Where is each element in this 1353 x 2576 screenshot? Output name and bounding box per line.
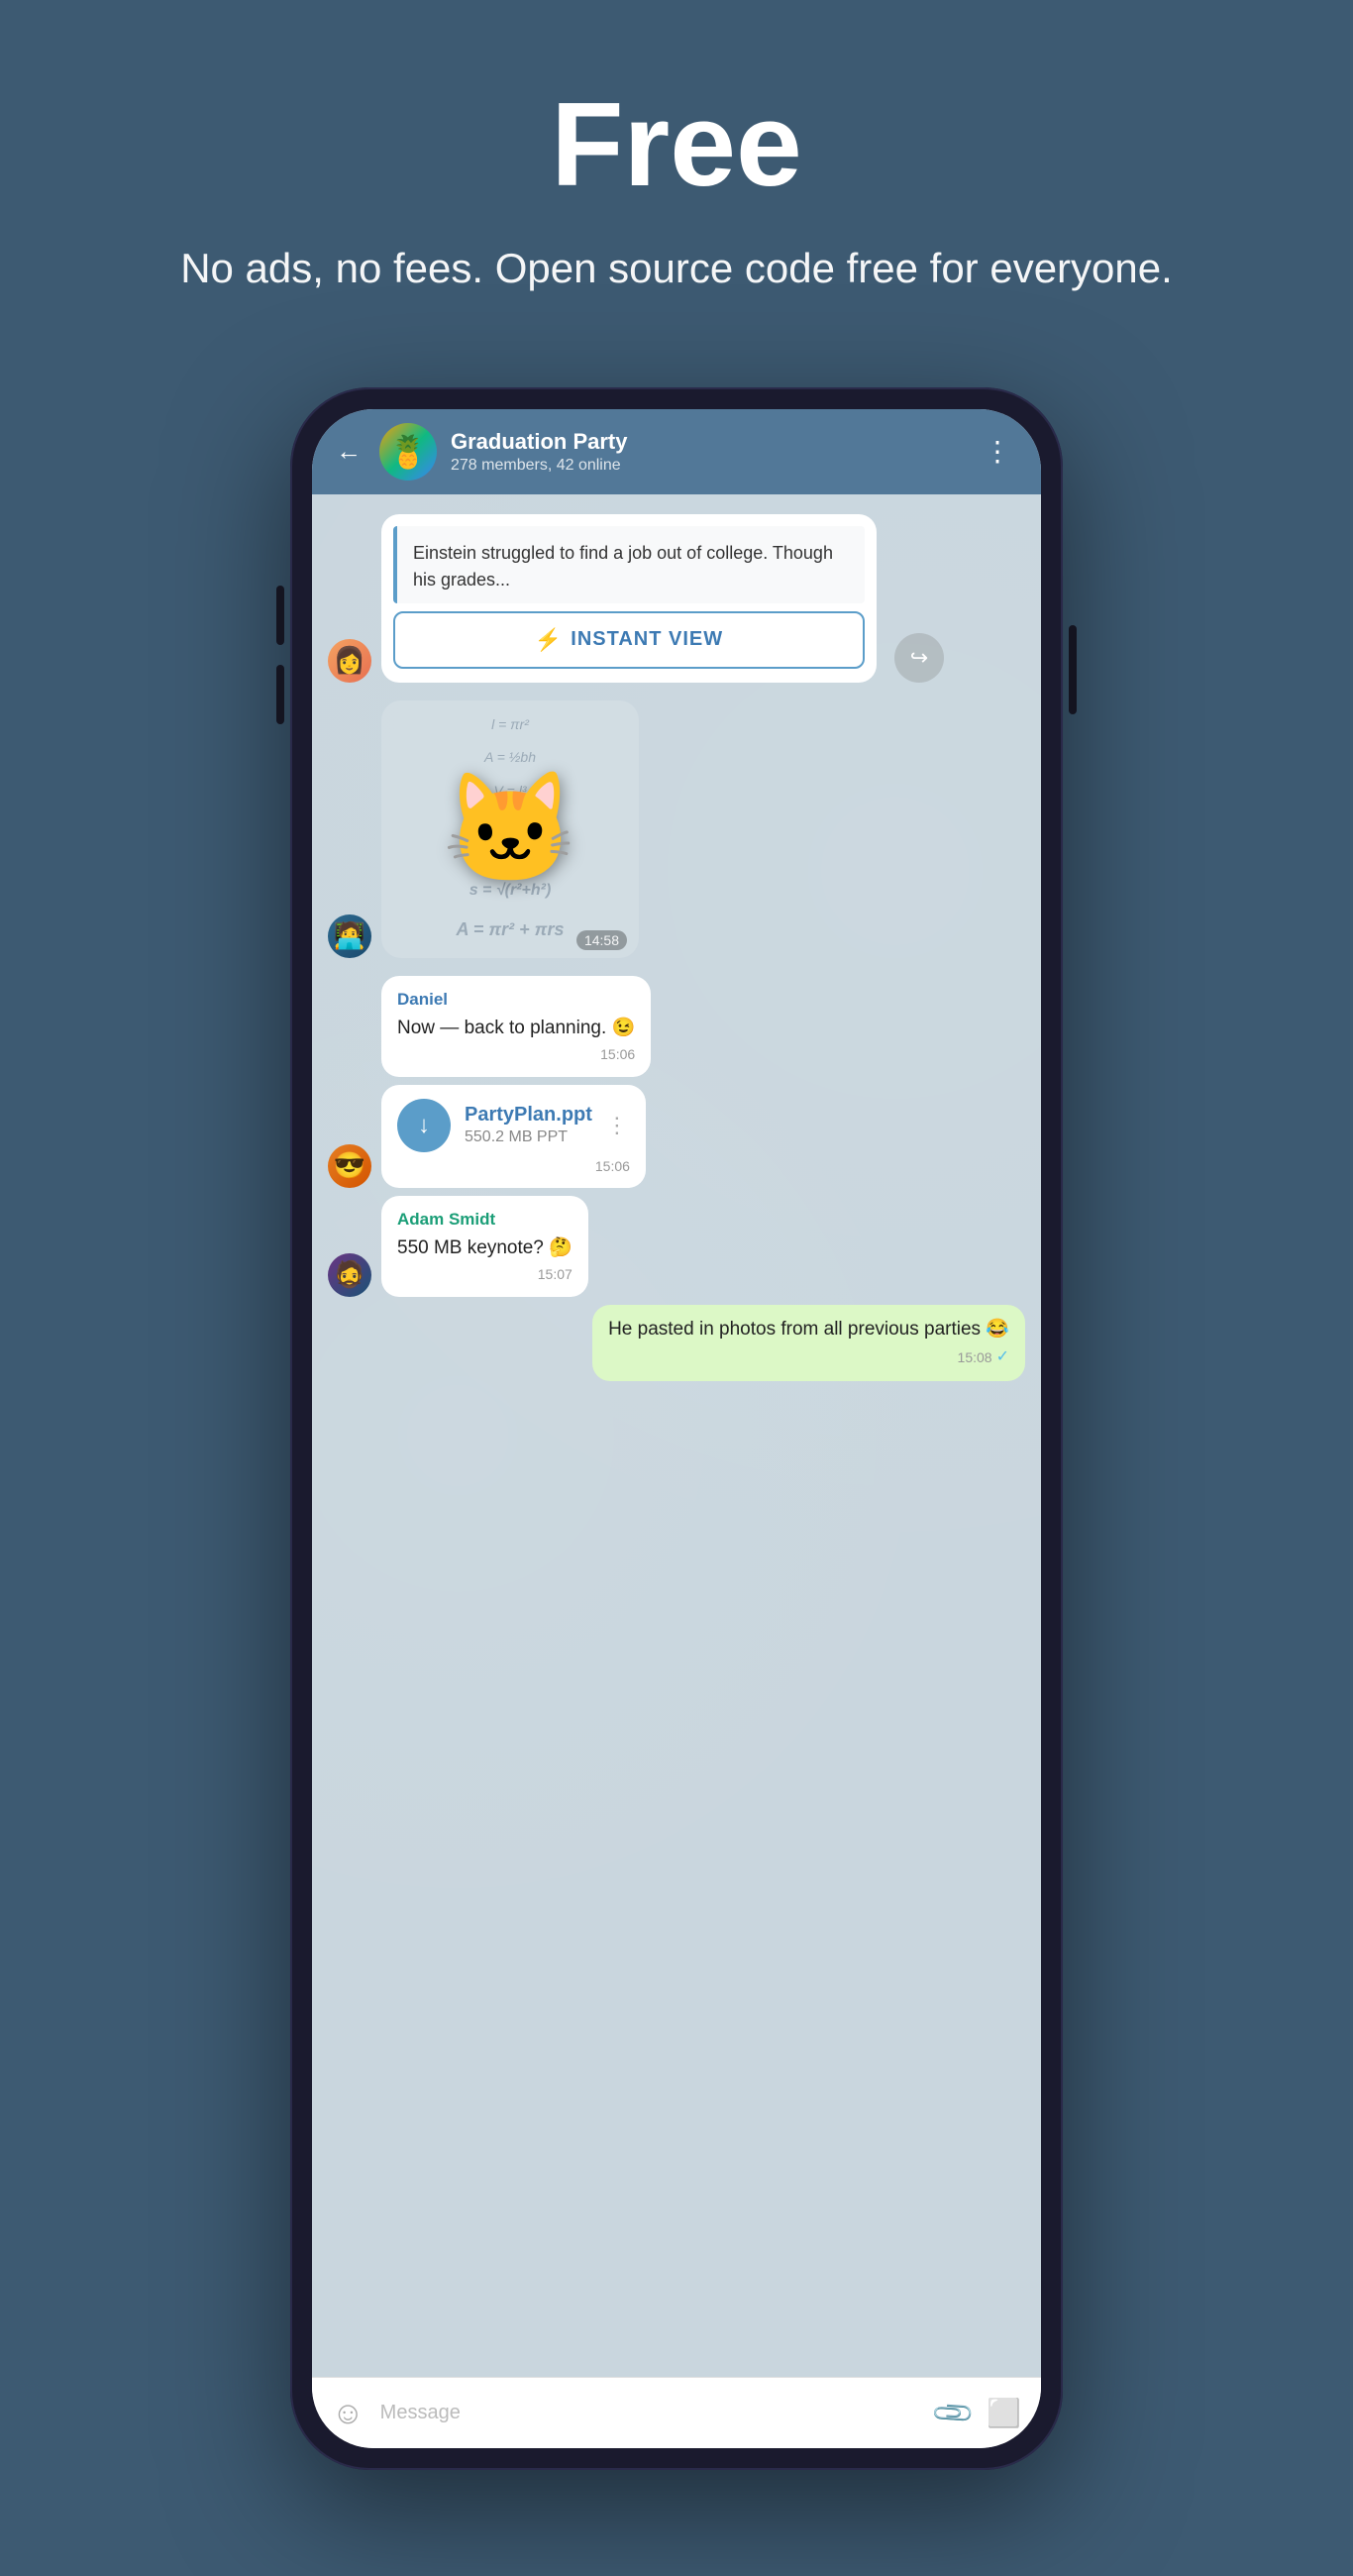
sticker-time: 14:58 [576, 930, 627, 950]
message-row: Daniel Now — back to planning. 😉 15:06 [328, 976, 1025, 1077]
input-bar: ☺ Message 📎 ⬜ [312, 2377, 1041, 2448]
file-row: ↓ PartyPlan.ppt 550.2 MB PPT ⋮ [397, 1099, 630, 1152]
message-placeholder: Message [380, 2402, 461, 2423]
phone-outer: ← 🍍 Graduation Party 278 members, 42 onl… [290, 387, 1063, 2470]
file-menu-button[interactable]: ⋮ [606, 1113, 630, 1138]
avatar: 🧔 [328, 1253, 371, 1297]
avatar: 👩 [328, 639, 371, 683]
message-time: 15:07 [397, 1265, 572, 1285]
emoji-button[interactable]: ☺ [332, 2395, 364, 2431]
file-size: 550.2 MB PPT [465, 1128, 592, 1146]
hero-section: Free No ads, no fees. Open source code f… [141, 0, 1212, 358]
message-row: 🧔 Adam Smidt 550 MB keynote? 🤔 15:07 [328, 1196, 1025, 1297]
file-time: 15:06 [397, 1158, 630, 1174]
instant-view-label: INSTANT VIEW [571, 628, 723, 651]
article-bubble: Einstein struggled to find a job out of … [381, 514, 877, 683]
chat-body: 👩 Einstein struggled to find a job out o… [312, 494, 1041, 2377]
share-icon: ↪ [910, 645, 928, 671]
avatar: 😎 [328, 1144, 371, 1188]
avatar: 🧑‍💻 [328, 914, 371, 958]
hero-title: Free [180, 79, 1173, 210]
read-checkmark: ✓ [996, 1346, 1009, 1368]
instant-view-button[interactable]: ⚡ INSTANT VIEW [393, 611, 865, 669]
volume-down-button [276, 665, 284, 724]
message-bubble: Daniel Now — back to planning. 😉 15:06 [381, 976, 651, 1077]
file-info: PartyPlan.ppt 550.2 MB PPT [465, 1104, 592, 1146]
cat-sticker: 🐱 [443, 775, 578, 884]
phone-mockup: ← 🍍 Graduation Party 278 members, 42 onl… [290, 387, 1063, 2470]
own-message-row: He pasted in photos from all previous pa… [328, 1305, 1025, 1381]
group-name: Graduation Party [451, 429, 962, 455]
avatar-emoji: 🍍 [388, 433, 428, 471]
message-time: 15:06 [397, 1045, 635, 1065]
chat-info: Graduation Party 278 members, 42 online [451, 429, 962, 475]
attach-button[interactable]: 📎 [930, 2389, 978, 2436]
volume-up-button [276, 586, 284, 645]
attach-icon: 📎 [930, 2390, 977, 2436]
phone-screen: ← 🍍 Graduation Party 278 members, 42 onl… [312, 409, 1041, 2448]
sender-name: Daniel [397, 988, 635, 1012]
camera-icon: ⬜ [987, 2398, 1021, 2428]
hero-subtitle: No ads, no fees. Open source code free f… [180, 240, 1173, 298]
back-button[interactable]: ← [332, 432, 365, 471]
own-message-bubble: He pasted in photos from all previous pa… [592, 1305, 1025, 1381]
article-text: Einstein struggled to find a job out of … [393, 526, 865, 603]
own-message-text: He pasted in photos from all previous pa… [608, 1317, 1009, 1343]
download-button[interactable]: ↓ [397, 1099, 451, 1152]
header-menu-button[interactable]: ⋮ [976, 431, 1021, 472]
camera-button[interactable]: ⬜ [987, 2397, 1021, 2429]
lightning-icon: ⚡ [535, 627, 563, 653]
message-text: 550 MB keynote? 🤔 [397, 1235, 572, 1262]
file-bubble: ↓ PartyPlan.ppt 550.2 MB PPT ⋮ 15:06 [381, 1085, 646, 1188]
sticker-bubble: l = πr² A = ½bh V = l³ P = 2πr A = πr² s… [381, 700, 639, 958]
file-name: PartyPlan.ppt [465, 1104, 592, 1127]
group-meta: 278 members, 42 online [451, 457, 962, 475]
message-row: 😎 ↓ PartyPlan.ppt 550.2 MB PPT ⋮ [328, 1085, 1025, 1188]
emoji-icon: ☺ [332, 2395, 364, 2430]
message-row: 👩 Einstein struggled to find a job out o… [328, 514, 1025, 683]
sender-name: Adam Smidt [397, 1208, 572, 1232]
group-avatar: 🍍 [379, 423, 437, 481]
power-button [1069, 625, 1077, 714]
message-bubble: Adam Smidt 550 MB keynote? 🤔 15:07 [381, 1196, 588, 1297]
message-text: Now — back to planning. 😉 [397, 1016, 635, 1042]
message-input[interactable]: Message [380, 2394, 921, 2432]
share-button[interactable]: ↪ [894, 633, 944, 683]
download-icon: ↓ [418, 1112, 430, 1139]
sticker-row: 🧑‍💻 l = πr² A = ½bh V = l³ P = 2πr A = π… [328, 691, 1025, 968]
own-message-time: 15:08 ✓ [608, 1346, 1009, 1368]
chat-header: ← 🍍 Graduation Party 278 members, 42 onl… [312, 409, 1041, 494]
